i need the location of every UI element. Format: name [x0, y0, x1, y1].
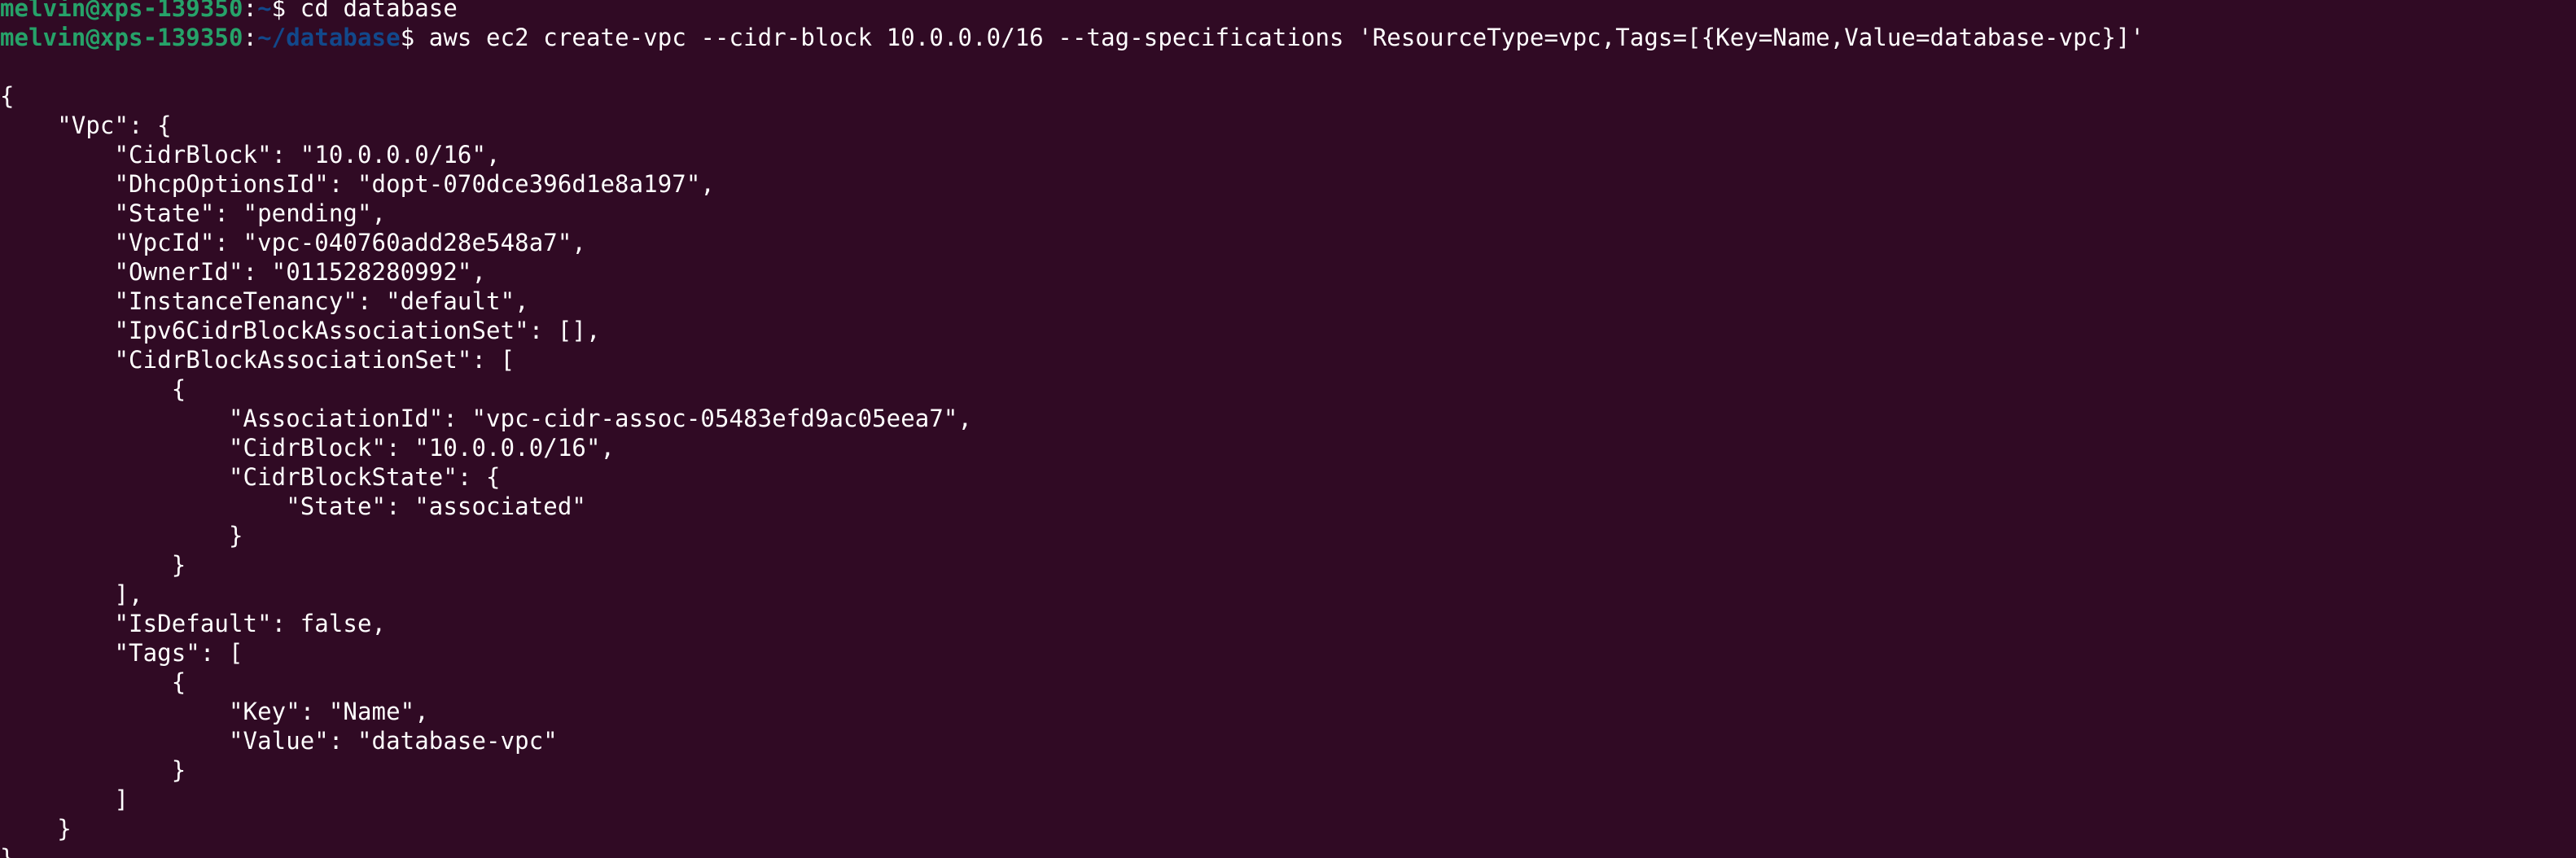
output-line: "CidrBlockState": { — [0, 463, 501, 491]
prompt-path: ~ — [257, 0, 272, 22]
command-output: { "Vpc": { "CidrBlock": "10.0.0.0/16", "… — [0, 52, 2576, 858]
output-line: "State": "pending", — [0, 199, 387, 227]
output-line: "CidrBlock": "10.0.0.0/16", — [0, 434, 616, 462]
output-line: { — [0, 82, 15, 110]
output-line: } — [0, 815, 72, 843]
prompt-user-host: melvin@xps-139350 — [0, 0, 243, 22]
current-prompt-line: melvin@xps-139350:~/database$ aws ec2 cr… — [0, 23, 2576, 52]
prompt-dollar: $ — [400, 24, 415, 51]
output-line: "AssociationId": "vpc-cidr-assoc-05483ef… — [0, 405, 973, 432]
history-prompt-line: melvin@xps-139350:~$ cd database — [0, 0, 2576, 23]
output-line: "Value": "database-vpc" — [0, 727, 558, 755]
output-line: "CidrBlockAssociationSet": [ — [0, 346, 515, 374]
output-line: "CidrBlock": "10.0.0.0/16", — [0, 141, 501, 169]
prompt-colon: : — [243, 24, 258, 51]
output-line: } — [0, 551, 186, 579]
output-line: "State": "associated" — [0, 492, 586, 520]
terminal-window[interactable]: melvin@xps-139350:~$ cd database melvin@… — [0, 0, 2576, 858]
output-line: } — [0, 844, 15, 858]
command-text: aws ec2 create-vpc --cidr-block 10.0.0.0… — [414, 24, 2144, 51]
output-line: { — [0, 668, 186, 696]
prompt-colon: : — [243, 0, 258, 22]
output-line: } — [0, 522, 243, 549]
output-line: "VpcId": "vpc-040760add28e548a7", — [0, 229, 586, 256]
output-line: "Key": "Name", — [0, 698, 429, 725]
output-line: "Ipv6CidrBlockAssociationSet": [], — [0, 317, 601, 344]
prompt-user-host: melvin@xps-139350 — [0, 24, 243, 51]
output-line: "IsDefault": false, — [0, 610, 387, 637]
output-line: "DhcpOptionsId": "dopt-070dce396d1e8a197… — [0, 170, 715, 198]
prompt-dollar: $ — [271, 0, 287, 22]
output-line: "InstanceTenancy": "default", — [0, 287, 529, 315]
prompt-path: ~/database — [257, 24, 401, 51]
history-command: cd database — [286, 0, 458, 22]
output-line: "OwnerId": "011528280992", — [0, 258, 487, 286]
output-line: ] — [0, 786, 129, 813]
output-line: "Vpc": { — [0, 112, 172, 139]
output-line: ], — [0, 580, 143, 608]
output-line: } — [0, 756, 186, 784]
output-line: { — [0, 375, 186, 403]
terminal-scrollback: melvin@xps-139350:~$ cd database melvin@… — [0, 0, 2576, 858]
output-line: "Tags": [ — [0, 639, 243, 667]
